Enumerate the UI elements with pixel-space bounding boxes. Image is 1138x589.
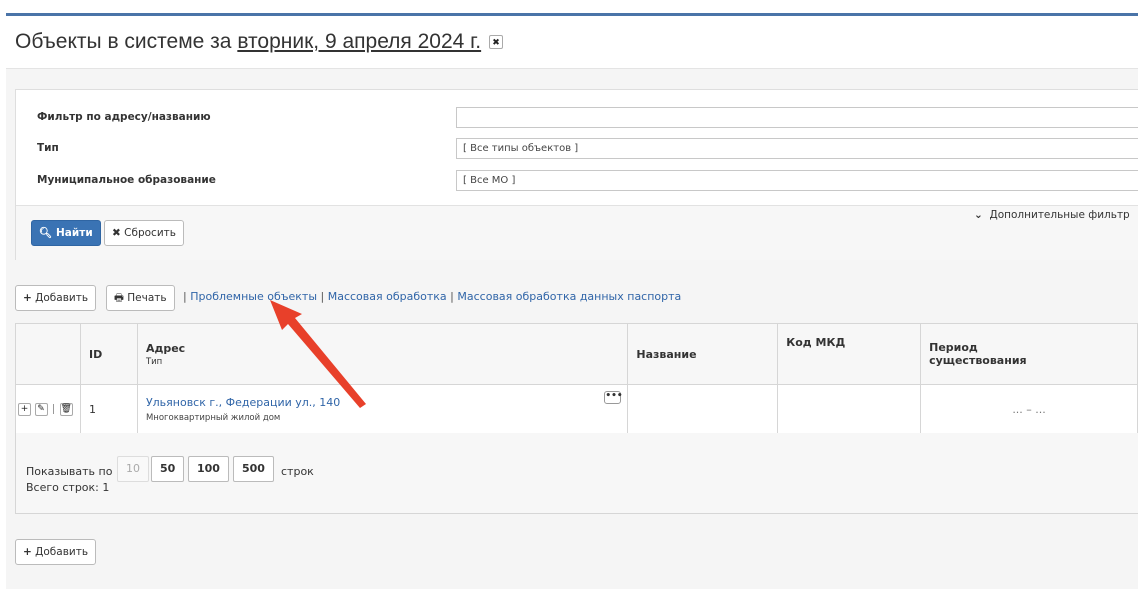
close-icon: ✖ [112, 227, 121, 239]
type-header-sublabel: Тип [145, 356, 163, 367]
filter-row-type: Тип [ Все типы объектов ] [16, 138, 1138, 160]
address-header-label: Адрес [145, 341, 186, 355]
plus-icon[interactable]: + [18, 402, 31, 416]
reset-button[interactable]: ✖ Сбросить [104, 220, 184, 246]
address-column-header[interactable]: Адрес Тип [136, 323, 629, 385]
objects-table: ID Адрес Тип Название Код МКД Период сущ… [15, 323, 1138, 434]
row-address-link[interactable]: Ульяновск г., Федерации ул., 140 [146, 396, 340, 409]
page-title-prefix: Объекты в системе за [15, 30, 232, 53]
search-icon: 🔍︎ [39, 227, 53, 239]
add-button-top[interactable]: + Добавить [15, 285, 97, 311]
mkd-column-header[interactable]: Код МКД [777, 323, 922, 385]
pager-panel: Показывать по 10 50 100 500 строк Всего … [15, 433, 1138, 514]
reset-button-label: Сбросить [124, 227, 176, 239]
address-filter-input[interactable] [456, 107, 1138, 128]
plus-icon: + [23, 546, 32, 558]
filter-row-mo: Муниципальное образование [ Все МО ] [16, 170, 1138, 192]
period-header-line2: существования [929, 354, 1027, 367]
page-size-10[interactable]: 10 [117, 456, 149, 482]
row-actions: + ✎ 🗑︎ [15, 384, 81, 434]
mass-passport-processing-link[interactable]: Массовая обработка данных паспорта [457, 290, 681, 303]
period-header-line1: Период [929, 341, 978, 354]
more-filters-toggle[interactable]: ⌄ Дополнительные фильтр [974, 209, 1130, 221]
separator: | [183, 290, 187, 303]
table-header-row: ID Адрес Тип Название Код МКД Период сущ… [15, 323, 1138, 385]
actions-column-header [15, 323, 81, 385]
problem-objects-link[interactable]: Проблемные объекты [190, 290, 317, 303]
trash-icon[interactable]: 🗑︎ [59, 402, 73, 416]
page-size-500[interactable]: 500 [233, 456, 274, 482]
mo-filter-label: Муниципальное образование [37, 174, 216, 186]
page-size-50[interactable]: 50 [151, 456, 185, 482]
total-rows: Всего строк: 1 [26, 481, 110, 494]
address-filter-label: Фильтр по адресу/названию [37, 111, 211, 123]
more-filters-label: Дополнительные фильтр [989, 209, 1130, 221]
row-period: ... – ... [920, 384, 1138, 434]
page-title: Объекты в системе за вторник, 9 апреля 2… [15, 30, 503, 54]
chevron-down-icon: ⌄ [974, 209, 983, 221]
print-button[interactable]: 🖶︎ Печать [106, 285, 175, 311]
add-button-bottom[interactable]: + Добавить [15, 539, 97, 565]
print-icon: 🖶︎ [114, 292, 124, 304]
rows-label: строк [281, 465, 314, 478]
period-column-header[interactable]: Период существования [920, 323, 1138, 385]
top-accent-bar [6, 13, 1138, 16]
date-picker-link[interactable]: вторник, 9 апреля 2024 г. [237, 30, 481, 53]
filter-row-address: Фильтр по адресу/названию [16, 107, 1138, 129]
table-row: + ✎ 🗑︎ 1 Ульяновск г., Федерации ул., 14… [15, 384, 1138, 434]
more-options-icon[interactable]: ••• [604, 391, 623, 404]
plus-icon: + [23, 292, 32, 304]
type-filter-label: Тип [37, 142, 59, 154]
filter-footer: 🔍︎ Найти ✖ Сбросить ⌄ Дополнительные фил… [16, 205, 1138, 260]
filter-panel: Фильтр по адресу/названию Тип [ Все типы… [15, 89, 1138, 260]
name-column-header[interactable]: Название [627, 323, 779, 385]
row-mkd [777, 384, 922, 434]
mo-select[interactable]: [ Все МО ] [456, 170, 1138, 191]
row-address-cell: Ульяновск г., Федерации ул., 140 Многокв… [136, 384, 629, 434]
separator [53, 404, 54, 415]
toolbar-links: | Проблемные объекты | Массовая обработк… [183, 290, 681, 303]
page-size-100[interactable]: 100 [188, 456, 229, 482]
mass-processing-link[interactable]: Массовая обработка [328, 290, 447, 303]
row-type: Многоквартирный жилой дом [145, 412, 281, 423]
row-id: 1 [79, 384, 138, 434]
add-button-bottom-label: Добавить [35, 546, 89, 558]
find-button[interactable]: 🔍︎ Найти [31, 220, 101, 246]
type-select[interactable]: [ Все типы объектов ] [456, 138, 1138, 159]
close-icon[interactable]: ✖ [488, 35, 503, 50]
edit-icon[interactable]: ✎ [34, 402, 48, 416]
row-name [627, 384, 779, 434]
print-button-label: Печать [127, 292, 167, 304]
find-button-label: Найти [56, 227, 93, 239]
show-per-page-label: Показывать по [26, 465, 113, 478]
add-button-label: Добавить [35, 292, 89, 304]
separator: | [450, 290, 454, 303]
id-column-header[interactable]: ID [79, 323, 138, 385]
separator: | [320, 290, 325, 303]
